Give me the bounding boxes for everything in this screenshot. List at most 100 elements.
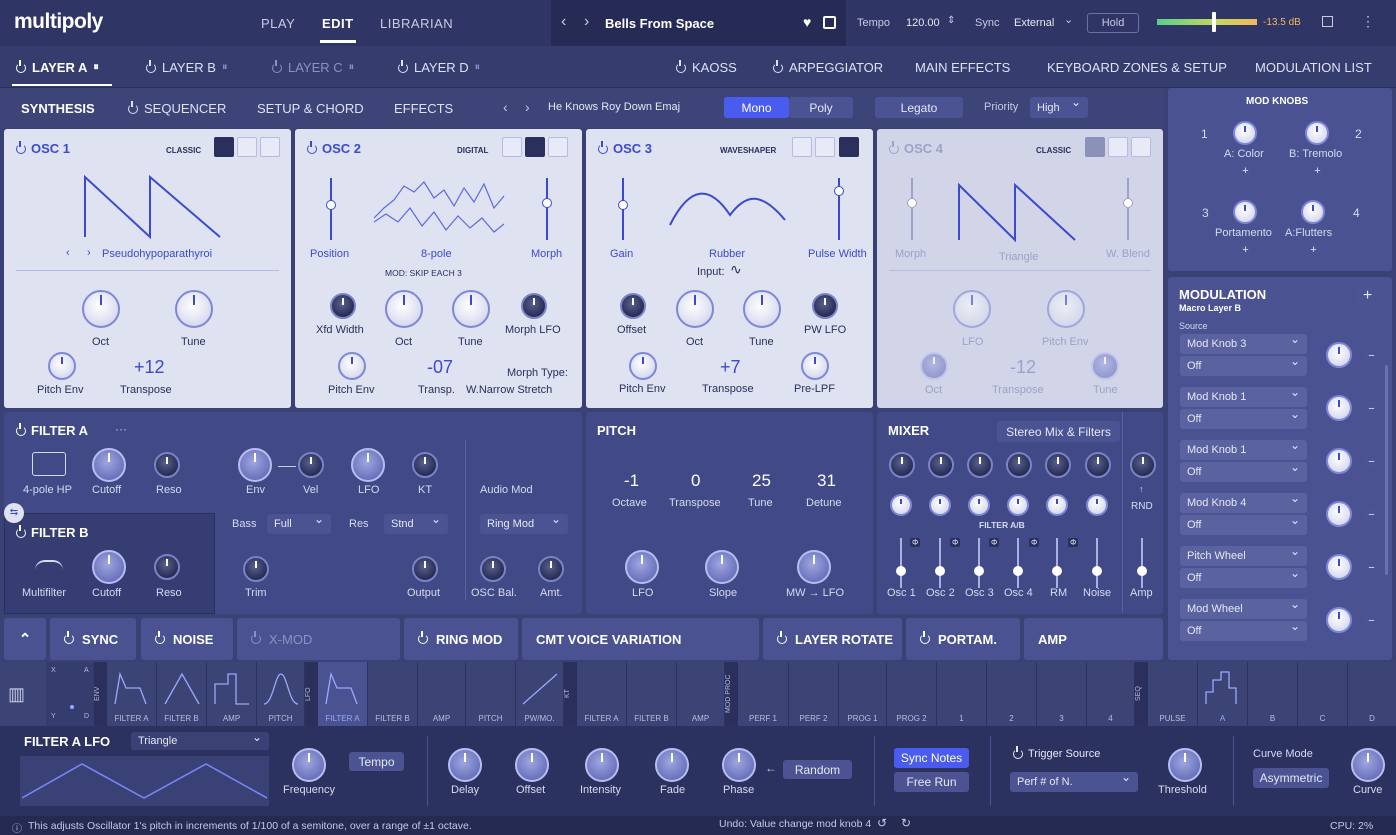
mod-src-lfo-pwmo[interactable]: PW/MO. [516,662,564,726]
ring-mod-section-button[interactable]: RING MOD [404,618,518,660]
nav-edit[interactable]: EDIT [322,16,354,31]
mod-src-lfo-filter-b[interactable]: FILTER B [368,662,418,726]
mod-src-lfo-amp[interactable]: AMP [418,662,466,726]
osc3-pitch-env-knob[interactable] [629,352,657,380]
mod-src-proc-1[interactable]: 1 [937,662,987,726]
osc2-mod-select[interactable]: MOD: SKIP EACH 3 [385,268,462,278]
pitch-lfo-knob[interactable] [625,550,659,584]
mod-src-env-filter-b[interactable]: FILTER B [157,662,207,726]
preset-name[interactable]: Bells From Space [605,16,714,31]
mod-knob-1[interactable] [1233,121,1257,145]
mod-src-prog-2[interactable]: PROG 2 [887,662,937,726]
osc1-title[interactable]: OSC 1 [16,140,70,156]
osc3-wave-step-button[interactable] [815,137,835,157]
power-icon[interactable] [155,631,165,644]
trim-knob[interactable] [243,556,269,582]
lfo-intensity-knob[interactable] [585,748,619,782]
phase-invert-button-1[interactable]: Φ [910,538,921,547]
mod-row-6-dest[interactable]: Off [1180,619,1307,641]
filter-kt-knob[interactable] [412,452,438,478]
nav-play[interactable]: PLAY [261,16,295,31]
mod-src-env-pitch[interactable]: PITCH [257,662,305,726]
pitch-slope-knob[interactable] [705,550,739,584]
trigger-source-select[interactable]: Perf # of N. [1010,770,1138,792]
keyboard-zones-tab[interactable]: KEYBOARD ZONES & SETUP [1047,60,1227,75]
osc2-oct-knob[interactable] [385,290,423,328]
lfo-wave-select[interactable]: Triangle [131,730,269,750]
osc2-pitch-env-knob[interactable] [338,352,366,380]
power-icon[interactable] [16,422,26,436]
layer-rotate-section-button[interactable]: LAYER ROTATE [763,618,902,660]
mixer-pan-knob-6[interactable] [1086,494,1108,516]
prev-preset-button[interactable]: ‹ [561,13,566,31]
mod-row-6-source[interactable]: Mod Wheel [1180,597,1307,619]
mixer-filter-knob-1[interactable] [889,452,915,478]
mixer-fader-noise[interactable] [1092,538,1102,588]
tab-setup-chord[interactable]: SETUP & CHORD [257,101,364,116]
mixer-pan-knob-1[interactable] [890,494,912,516]
osc2-morph-handle[interactable] [542,198,552,208]
sine-icon[interactable]: ∿ [730,261,742,278]
osc4-wave-step-button[interactable] [1108,137,1128,157]
mixer-mode-button[interactable]: Stereo Mix & Filters [997,421,1120,442]
sync-notes-button[interactable]: Sync Notes [894,748,969,768]
osc2-xfd-knob[interactable] [330,293,356,319]
osc4-wblend-handle[interactable] [1123,198,1133,208]
osc3-type[interactable]: WAVESHAPER [720,146,776,155]
mod-src-perf-2[interactable]: PERF 2 [789,662,839,726]
osc1-transpose-value[interactable]: +12 [134,357,165,378]
power-icon[interactable] [676,59,686,73]
mod-src-seq-c[interactable]: C [1298,662,1348,726]
filter-b-reso-knob[interactable] [154,554,180,580]
osc1-wave-noise-button[interactable] [260,137,280,157]
osc2-morph-lfo-knob[interactable] [521,293,547,319]
hold-button[interactable]: Hold [1087,13,1139,33]
lfo-tempo-button[interactable]: Tempo [349,752,404,771]
mixer-fader-rm[interactable] [1052,538,1062,588]
output-knob[interactable] [412,556,438,582]
mod-row-3-amount-knob[interactable] [1326,448,1352,474]
mod-row-1-amount-knob[interactable] [1326,342,1352,368]
osc1-wave-name[interactable]: Pseudohypoparathyroi [102,248,212,260]
power-icon[interactable] [920,631,930,644]
filter-env-knob[interactable] [238,448,272,482]
lfo-delay-knob[interactable] [448,748,482,782]
osc1-wave-next[interactable]: › [87,247,91,259]
pitch-tune-value[interactable]: 25 [752,471,771,491]
osc4-tune-knob[interactable] [1091,352,1119,380]
mod-src-env-filter-a[interactable]: FILTER A [107,662,157,726]
filter-vel-knob[interactable] [298,452,324,478]
mod-row-5-remove-button[interactable]: − [1365,561,1378,574]
res-select[interactable]: Stnd [384,512,448,534]
mixer-pan-knob-2[interactable] [929,494,951,516]
osc4-pitch-env-knob[interactable] [1047,290,1085,328]
osc1-type[interactable]: CLASSIC [166,146,201,155]
mod-src-kt-amp[interactable]: AMP [677,662,725,726]
power-icon[interactable] [16,140,26,154]
mixer-filter-knob-4[interactable] [1006,452,1032,478]
mod-row-4-amount-knob[interactable] [1326,501,1352,527]
sync-section-button[interactable]: SYNC [50,618,136,660]
osc4-wave-noise-button[interactable] [1131,137,1151,157]
osc4-morph-handle[interactable] [907,198,917,208]
osc1-wave-prev[interactable]: ‹ [66,247,70,259]
filter-a-more-button[interactable]: ··· [115,422,127,436]
mod-row-3-source[interactable]: Mod Knob 1 [1180,438,1307,460]
mod-row-5-amount-knob[interactable] [1326,554,1352,580]
mod-src-prog-1[interactable]: PROG 1 [839,662,887,726]
power-icon[interactable] [16,59,26,73]
mod-src-seq-d[interactable]: D [1348,662,1396,726]
mod-knob-1-add-button[interactable]: + [1239,164,1252,177]
osc1-tune-knob[interactable] [175,290,213,328]
mod-src-kt-filter-a[interactable]: FILTER A [577,662,627,726]
phase-invert-button-5[interactable]: Φ [1068,538,1079,547]
tab-sequencer[interactable]: SEQUENCER [128,100,226,116]
poly-button[interactable]: Poly [789,97,853,118]
mod-knob-4-add-button[interactable]: + [1307,243,1320,256]
osc4-wblend-slider[interactable] [1127,178,1129,240]
layer-b-tab[interactable]: LAYER B ⏸ [146,59,227,75]
heart-icon[interactable]: ♥ [803,14,811,30]
mod-row-4-source[interactable]: Mod Knob 4 [1180,491,1307,513]
osc3-pw-handle[interactable] [834,186,844,196]
power-icon[interactable] [773,59,783,73]
